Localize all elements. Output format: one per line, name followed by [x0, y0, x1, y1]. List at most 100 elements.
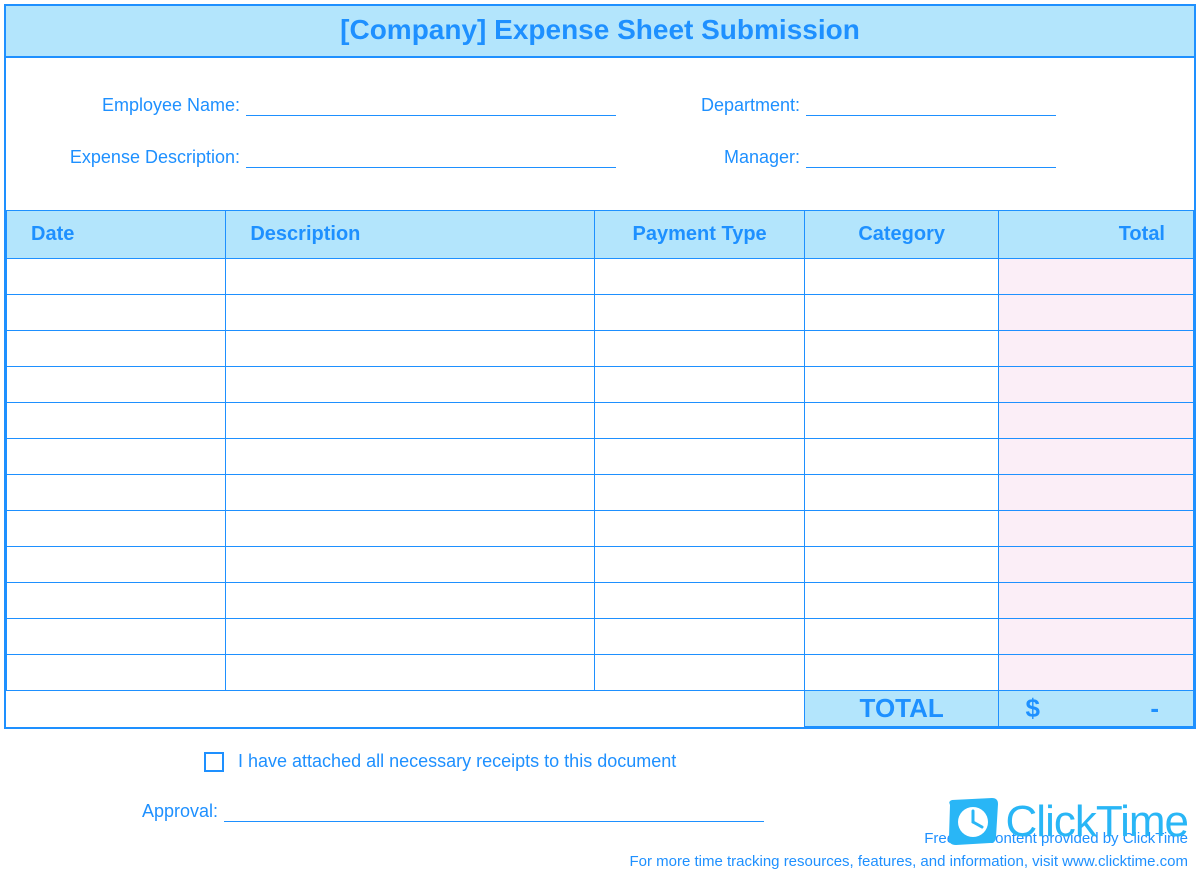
cell-description[interactable] — [226, 295, 595, 331]
footer-line-2: For more time tracking resources, featur… — [4, 851, 1188, 874]
cell-category[interactable] — [804, 331, 999, 367]
employee-name-label: Employee Name: — [26, 95, 246, 116]
table-row — [7, 295, 1194, 331]
cell-description[interactable] — [226, 583, 595, 619]
cell-total[interactable] — [999, 331, 1194, 367]
cell-total[interactable] — [999, 367, 1194, 403]
cell-description[interactable] — [226, 259, 595, 295]
cell-payment_type[interactable] — [595, 547, 805, 583]
cell-total[interactable] — [999, 655, 1194, 691]
brand-block: ClickTime — [946, 797, 1188, 847]
cell-description[interactable] — [226, 511, 595, 547]
cell-payment_type[interactable] — [595, 583, 805, 619]
expense-table: Date Description Payment Type Category T… — [6, 210, 1194, 727]
cell-payment_type[interactable] — [595, 655, 805, 691]
cell-category[interactable] — [804, 619, 999, 655]
approval-label: Approval: — [4, 801, 224, 822]
cell-date[interactable] — [7, 583, 226, 619]
cell-date[interactable] — [7, 655, 226, 691]
grand-total-currency: $ — [1025, 693, 1039, 724]
cell-total[interactable] — [999, 619, 1194, 655]
cell-payment_type[interactable] — [595, 259, 805, 295]
cell-description[interactable] — [226, 439, 595, 475]
grand-total-amount: - — [1150, 693, 1159, 724]
table-row — [7, 655, 1194, 691]
cell-payment_type[interactable] — [595, 475, 805, 511]
cell-total[interactable] — [999, 259, 1194, 295]
cell-description[interactable] — [226, 655, 595, 691]
cell-payment_type[interactable] — [595, 511, 805, 547]
cell-category[interactable] — [804, 439, 999, 475]
brand-logo: ClickTime — [946, 797, 1188, 847]
cell-date[interactable] — [7, 331, 226, 367]
expense-description-input[interactable] — [246, 146, 616, 168]
cell-category[interactable] — [804, 583, 999, 619]
page-title: [Company] Expense Sheet Submission — [6, 6, 1194, 58]
clock-icon — [946, 797, 1000, 847]
cell-total[interactable] — [999, 583, 1194, 619]
table-row — [7, 619, 1194, 655]
cell-date[interactable] — [7, 547, 226, 583]
cell-date[interactable] — [7, 475, 226, 511]
cell-description[interactable] — [226, 547, 595, 583]
cell-date[interactable] — [7, 511, 226, 547]
table-row — [7, 475, 1194, 511]
cell-total[interactable] — [999, 547, 1194, 583]
table-row — [7, 511, 1194, 547]
cell-description[interactable] — [226, 619, 595, 655]
cell-category[interactable] — [804, 547, 999, 583]
table-row — [7, 547, 1194, 583]
grand-total-label: TOTAL — [804, 691, 999, 727]
cell-date[interactable] — [7, 403, 226, 439]
col-header-date: Date — [7, 211, 226, 259]
cell-payment_type[interactable] — [595, 331, 805, 367]
cell-payment_type[interactable] — [595, 619, 805, 655]
manager-input[interactable] — [806, 146, 1056, 168]
department-input[interactable] — [806, 94, 1056, 116]
cell-date[interactable] — [7, 439, 226, 475]
cell-payment_type[interactable] — [595, 295, 805, 331]
col-header-total: Total — [999, 211, 1194, 259]
cell-total[interactable] — [999, 439, 1194, 475]
cell-payment_type[interactable] — [595, 439, 805, 475]
receipt-checkbox[interactable] — [204, 752, 224, 772]
table-header-row: Date Description Payment Type Category T… — [7, 211, 1194, 259]
table-row — [7, 331, 1194, 367]
col-header-category: Category — [804, 211, 999, 259]
expense-description-label: Expense Description: — [26, 147, 246, 168]
receipt-attestation: I have attached all necessary receipts t… — [4, 751, 1196, 772]
employee-name-input[interactable] — [246, 94, 616, 116]
cell-date[interactable] — [7, 367, 226, 403]
cell-total[interactable] — [999, 475, 1194, 511]
cell-category[interactable] — [804, 655, 999, 691]
grand-total-value: $ - — [999, 691, 1194, 727]
cell-payment_type[interactable] — [595, 367, 805, 403]
cell-total[interactable] — [999, 403, 1194, 439]
cell-category[interactable] — [804, 403, 999, 439]
table-row — [7, 367, 1194, 403]
table-row — [7, 583, 1194, 619]
cell-description[interactable] — [226, 367, 595, 403]
cell-total[interactable] — [999, 295, 1194, 331]
cell-description[interactable] — [226, 403, 595, 439]
cell-category[interactable] — [804, 475, 999, 511]
bottom-area: I have attached all necessary receipts t… — [4, 751, 1196, 822]
department-label: Department: — [626, 95, 806, 116]
expense-sheet: [Company] Expense Sheet Submission Emplo… — [4, 4, 1196, 729]
cell-payment_type[interactable] — [595, 403, 805, 439]
manager-field: Manager: — [626, 146, 1126, 168]
cell-category[interactable] — [804, 511, 999, 547]
department-field: Department: — [626, 94, 1126, 116]
cell-category[interactable] — [804, 295, 999, 331]
cell-date[interactable] — [7, 295, 226, 331]
info-area: Employee Name: Department: Expense Descr… — [6, 58, 1194, 210]
cell-category[interactable] — [804, 259, 999, 295]
cell-date[interactable] — [7, 619, 226, 655]
cell-date[interactable] — [7, 259, 226, 295]
cell-category[interactable] — [804, 367, 999, 403]
approval-input[interactable] — [224, 800, 764, 822]
cell-description[interactable] — [226, 331, 595, 367]
cell-description[interactable] — [226, 475, 595, 511]
cell-total[interactable] — [999, 511, 1194, 547]
table-row — [7, 403, 1194, 439]
